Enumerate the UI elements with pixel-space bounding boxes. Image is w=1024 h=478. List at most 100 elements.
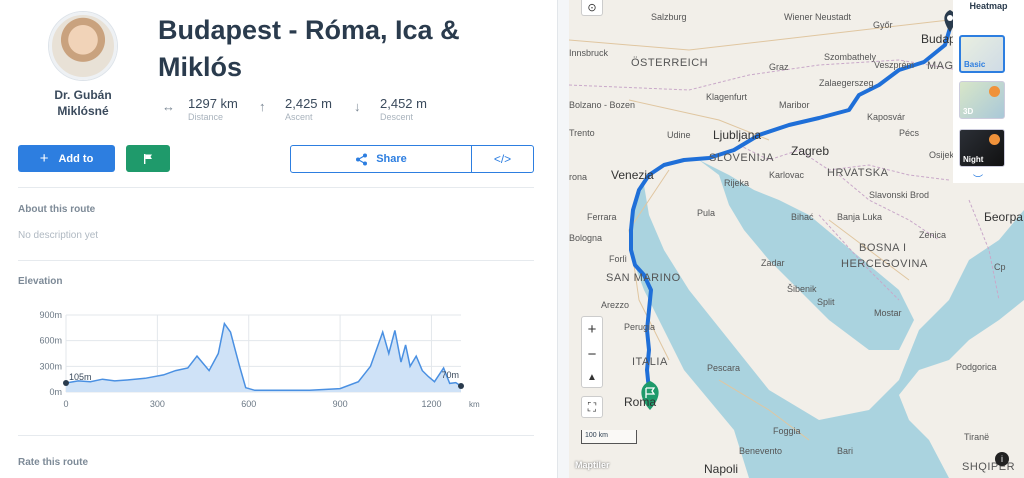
page-title: Budapest - Róma, Ica & Miklós [158, 15, 460, 82]
embed-button[interactable]: </> [472, 145, 534, 173]
city-label: Zadar [761, 258, 785, 268]
city-label: Zenica [919, 230, 947, 240]
city-label: Ljubljana [713, 128, 762, 142]
heatmap-toggle[interactable]: Heatmap [953, 0, 1024, 13]
locate-icon: ⊙ [587, 2, 597, 14]
lock-icon [989, 134, 1000, 145]
stat-value: 1297 km [188, 96, 238, 111]
end-elevation-label: 70m [441, 370, 459, 380]
add-to-button[interactable]: + Add to [18, 145, 115, 172]
elevation-title: Elevation [18, 276, 63, 287]
y-tick-label: 600m [39, 336, 62, 346]
city-label: Pécs [899, 128, 920, 138]
city-label: Pescara [707, 363, 741, 373]
city-label: Bihać [791, 212, 814, 222]
city-label: Rijeka [724, 178, 750, 188]
country-label: SAN MARINO [606, 272, 681, 284]
attribution-logo[interactable]: Maptiler [575, 460, 610, 470]
city-label: Foggia [773, 426, 801, 436]
y-tick-label: 900m [39, 310, 62, 320]
zoom-in-button[interactable]: + [588, 321, 597, 338]
x-tick-label: 900 [333, 399, 348, 409]
share-label: Share [376, 153, 407, 165]
city-label: Udine [667, 130, 691, 140]
divider [18, 187, 534, 188]
about-title: About this route [18, 204, 96, 215]
city-label: Szombathely [824, 52, 877, 62]
city-label: Tiranë [964, 432, 990, 442]
city-label: Veszprém [874, 60, 915, 70]
city-label: Osijek [929, 150, 955, 160]
x-tick-label: 0 [63, 399, 68, 409]
city-label: Graz [769, 62, 789, 72]
end-point [458, 383, 464, 390]
country-label: SLOVENIJA [709, 152, 775, 164]
y-tick-label: 300m [39, 361, 62, 371]
locate-button[interactable]: ⊙ [581, 0, 603, 16]
info-icon[interactable]: i [995, 452, 1009, 466]
city-label: Budap [921, 32, 956, 46]
y-tick-label: 0m [49, 387, 62, 397]
elevation-chart[interactable]: 0m 300m 600m 900m 0 300 600 900 1200 km 105m 70m [18, 303, 488, 423]
city-label: Zalaegerszeg [819, 78, 874, 88]
layer-picker: Basic 3D Night ︶ [953, 13, 1024, 186]
city-label: Trento [569, 128, 595, 138]
layer-basic[interactable]: Basic [959, 35, 1005, 73]
layer-label: Night [963, 155, 984, 164]
city-label: Karlovac [769, 170, 805, 180]
city-label: Győr [873, 20, 893, 30]
rate-title: Rate this route [18, 457, 89, 468]
author-name[interactable]: Dr. Gubán Miklósné [30, 87, 136, 119]
country-label: HRVATSKA [827, 167, 889, 179]
x-tick-label: 300 [150, 399, 165, 409]
layer-night[interactable]: Night [959, 129, 1005, 167]
panel-separator[interactable] [557, 0, 569, 478]
city-label: Benevento [739, 446, 783, 456]
divider [18, 260, 534, 261]
city-label: Bologna [569, 233, 603, 243]
city-label: Šibenik [787, 284, 817, 294]
city-label: Banja Luka [837, 212, 883, 222]
about-description: No description yet [18, 230, 99, 241]
zoom-out-button[interactable]: − [588, 346, 597, 363]
city-label: Arezzo [601, 300, 630, 310]
stat-label: Descent [380, 112, 414, 122]
fullscreen-icon: ⛶ [587, 399, 597, 414]
city-label: Klagenfurt [706, 92, 748, 102]
share-icon [356, 153, 368, 165]
city-label: Bari [837, 446, 854, 456]
route-map[interactable]: Salzburg Wiener Neustadt Győr Budap Innsbruc… [569, 0, 1024, 478]
chevron-down-icon[interactable]: ︶ [973, 171, 983, 186]
zoom-controls: + − ▲ [581, 316, 603, 388]
city-label: Kaposvár [867, 112, 906, 122]
city-label: Ferrara [587, 212, 617, 222]
city-label: Split [817, 297, 835, 307]
descent-icon: ↓ [354, 99, 361, 114]
city-label: Innsbruck [569, 48, 609, 58]
compass-icon[interactable]: ▲ [587, 372, 597, 383]
country-label: HERCEGOVINA [841, 258, 928, 270]
city-label: Bolzano - Bozen [569, 100, 636, 110]
start-point [63, 380, 69, 387]
x-axis-label: km [469, 400, 480, 409]
avatar[interactable] [49, 12, 117, 80]
lock-icon [989, 86, 1000, 97]
plus-icon: + [39, 150, 49, 167]
city-label: Salzburg [651, 12, 687, 22]
city-label: Roma [624, 395, 657, 409]
city-label: Podgorica [956, 362, 997, 372]
layer-label: Basic [964, 60, 986, 69]
start-elevation-label: 105m [69, 372, 92, 382]
layer-3d[interactable]: 3D [959, 81, 1005, 119]
stat-label: Ascent [285, 112, 313, 122]
city-label: Venezia [611, 168, 654, 182]
stat-value: 2,452 m [380, 96, 427, 111]
country-label: ITALIA [632, 356, 668, 368]
city-label: Zagreb [791, 144, 830, 158]
flag-button[interactable] [126, 145, 170, 172]
city-label: Slavonski Brod [869, 190, 930, 200]
fullscreen-button[interactable]: ⛶ [581, 396, 603, 418]
share-button[interactable]: Share [290, 145, 472, 173]
stat-value: 2,425 m [285, 96, 332, 111]
stat-label: Distance [188, 112, 224, 122]
